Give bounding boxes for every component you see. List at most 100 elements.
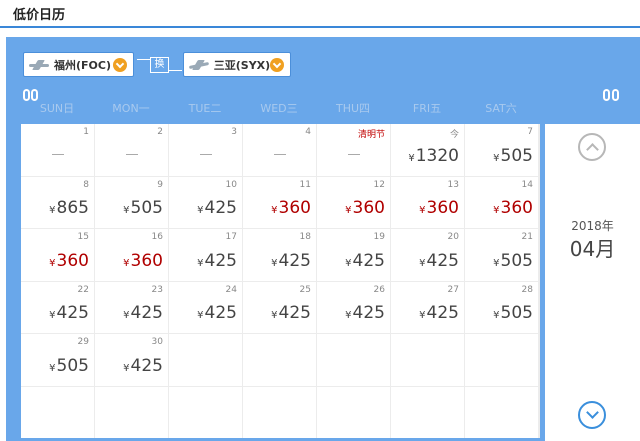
day-number: 3 (231, 127, 237, 137)
calendar-day-cell[interactable]: 7 ¥505 (465, 124, 538, 176)
day-number: 今 (449, 130, 459, 140)
calendar-day-cell[interactable]: 27 ¥425 (391, 281, 464, 333)
price-value: 1320 (415, 145, 459, 166)
currency-symbol: ¥ (493, 257, 500, 269)
calendar-day-cell[interactable]: 21 ¥505 (465, 229, 538, 281)
empty-day-cell (169, 334, 242, 386)
currency-symbol: ¥ (345, 205, 352, 216)
next-month-button[interactable] (578, 401, 606, 429)
currency-symbol: ¥ (419, 205, 426, 216)
swap-cities-button[interactable]: 换 (137, 53, 182, 77)
weekday-label: FRI五 (412, 102, 442, 115)
no-price-dash (347, 154, 360, 155)
fare-price: ¥360 (271, 198, 311, 218)
departure-city-select[interactable]: 福州(FOC) (23, 52, 134, 77)
empty-day-cell (465, 334, 538, 386)
currency-symbol: ¥ (493, 152, 500, 164)
currency-symbol: ¥ (419, 257, 426, 269)
no-price-dash (199, 154, 212, 155)
calendar-day-cell[interactable]: 22 ¥425 (21, 281, 94, 333)
day-number: 20 (447, 232, 459, 242)
chevron-down-icon (270, 57, 284, 72)
currency-symbol: ¥ (345, 257, 352, 269)
calendar-grid: 1 2 3 4 清明节今 ¥1320 7 ¥505 8 ¥865 9 ¥505 10 ¥425 11 ¥360… (21, 124, 540, 438)
calendar-day-cell[interactable]: 8 ¥865 (21, 176, 94, 228)
calendar-day-cell[interactable]: 26 ¥425 (317, 281, 390, 333)
calendar-day-cell[interactable]: 13 ¥360 (391, 176, 464, 228)
calendar-day-cell[interactable]: 17 ¥425 (169, 229, 242, 281)
calendar-day-cell[interactable]: 20 ¥425 (391, 229, 464, 281)
day-number: 12 (373, 179, 385, 190)
currency-symbol: ¥ (493, 205, 500, 216)
calendar-day-cell[interactable]: 14 ¥360 (465, 176, 538, 228)
weekday-label: TUE二 (188, 102, 222, 115)
day-number: 11 (299, 179, 311, 190)
day-number: 2 (157, 127, 163, 137)
calendar-day-cell[interactable]: 10 ¥425 (169, 176, 242, 228)
calendar-day-cell[interactable]: 16 ¥360 (95, 229, 168, 281)
calendar-day-cell[interactable]: 25 ¥425 (243, 281, 316, 333)
fare-price: ¥425 (197, 303, 237, 323)
calendar-day-cell[interactable]: 24 ¥425 (169, 281, 242, 333)
currency-symbol: ¥ (197, 310, 204, 321)
empty-day-cell (21, 386, 94, 438)
price-value: 425 (204, 250, 237, 271)
price-value: 425 (278, 250, 311, 271)
day-number: 8 (83, 179, 89, 190)
fare-price: ¥425 (271, 251, 311, 271)
price-value: 425 (204, 303, 237, 323)
fare-price: ¥505 (493, 303, 533, 323)
arrival-city-select[interactable]: 三亚(SYX) (183, 52, 291, 77)
price-value: 360 (130, 250, 163, 271)
day-number: 21 (521, 232, 533, 242)
calendar-day-cell[interactable]: 今 ¥1320 (391, 124, 464, 176)
calendar-day-cell[interactable]: 11 ¥360 (243, 176, 316, 228)
calendar-day-cell[interactable]: 30 ¥425 (95, 334, 168, 386)
currency-symbol: ¥ (123, 257, 130, 269)
day-number: 16 (151, 232, 163, 242)
calendar-day-cell[interactable]: 9 ¥505 (95, 176, 168, 228)
price-value: 425 (426, 303, 459, 323)
fare-price: ¥505 (123, 198, 163, 218)
calendar-day-cell[interactable]: 28 ¥505 (465, 281, 538, 333)
empty-day-cell (391, 386, 464, 438)
day-number: 7 (527, 127, 533, 137)
calendar-day-cell[interactable]: 23 ¥425 (95, 281, 168, 333)
calendar-day-cell[interactable]: 12 ¥360 (317, 176, 390, 228)
day-number: 18 (299, 232, 311, 242)
price-value: 505 (500, 250, 533, 271)
empty-day-cell (243, 386, 316, 438)
day-number: 29 (77, 337, 89, 347)
day-number: 19 (373, 232, 385, 242)
empty-day-cell (391, 334, 464, 386)
arrival-city-label: 三亚(SYX) (213, 58, 271, 72)
fare-price: ¥425 (123, 356, 163, 376)
calendar-day-cell[interactable]: 2 (95, 124, 168, 176)
day-number: 22 (77, 284, 89, 295)
calendar-day-cell[interactable]: 3 (169, 124, 242, 176)
weekday-label: WED三 (260, 102, 298, 115)
weekday-label: THU四 (335, 102, 371, 115)
day-number: 27 (447, 284, 459, 295)
calendar-day-cell[interactable]: 清明节 (317, 124, 390, 176)
day-number: 9 (157, 179, 163, 190)
calendar-day-cell[interactable]: 4 (243, 124, 316, 176)
previous-month-button[interactable] (578, 133, 606, 161)
day-number: 30 (151, 337, 163, 347)
day-number: 28 (521, 284, 533, 295)
calendar-day-cell[interactable]: 15 ¥360 (21, 229, 94, 281)
day-number: 清明节 (357, 130, 385, 140)
calendar-day-cell[interactable]: 1 (21, 124, 94, 176)
currency-symbol: ¥ (49, 257, 56, 269)
departure-city-label: 福州(FOC) (54, 58, 111, 72)
calendar-day-cell[interactable]: 19 ¥425 (317, 229, 390, 281)
price-value: 505 (56, 355, 89, 376)
currency-symbol: ¥ (271, 257, 278, 269)
empty-day-cell (169, 386, 242, 438)
price-value: 425 (278, 303, 311, 323)
calendar-day-cell[interactable]: 18 ¥425 (243, 229, 316, 281)
year-label: 2018年 (571, 219, 614, 233)
fare-price: ¥865 (49, 198, 89, 218)
price-value: 425 (352, 250, 385, 271)
calendar-day-cell[interactable]: 29 ¥505 (21, 334, 94, 386)
